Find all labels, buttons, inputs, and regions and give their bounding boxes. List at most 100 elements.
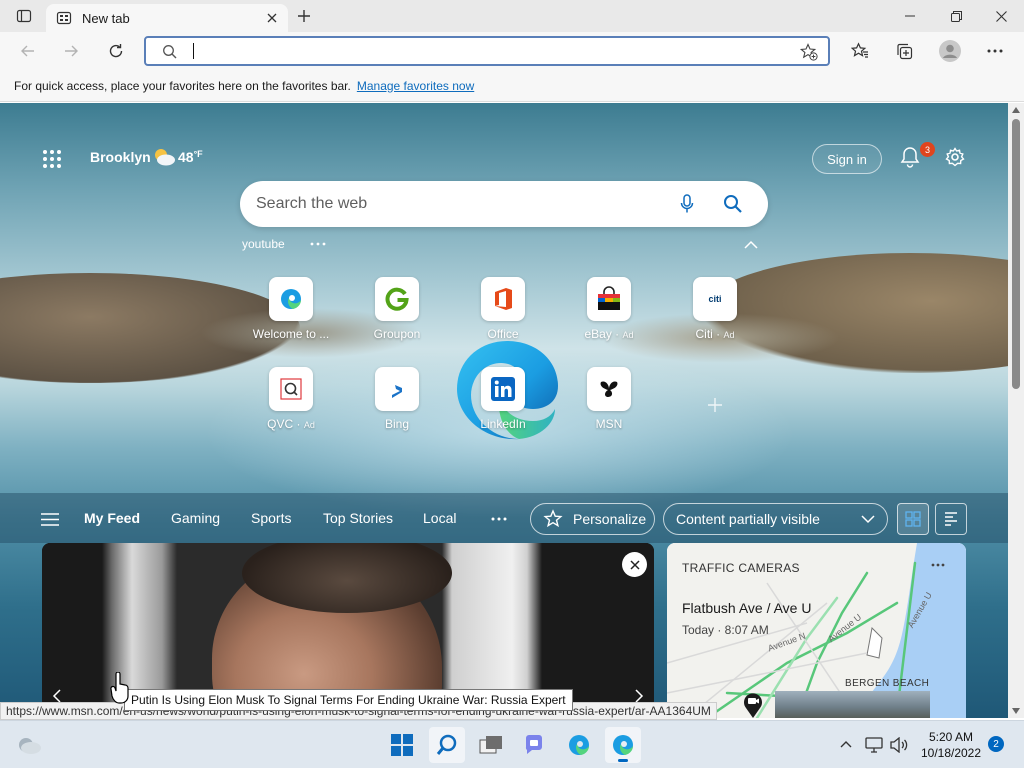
teams-chat-icon [525, 735, 542, 754]
web-search-box[interactable]: Search the web [240, 181, 768, 227]
taskbar-search-button[interactable] [429, 727, 465, 763]
tile-label-text: QVC [267, 417, 294, 431]
groupon-icon [375, 277, 419, 321]
chevron-up-icon[interactable] [840, 740, 852, 748]
camera-thumbnail [775, 691, 930, 718]
tile-citi[interactable]: citi Citi · Ad [670, 277, 760, 353]
tile-groupon[interactable]: Groupon [352, 277, 442, 353]
tile-welcome[interactable]: Welcome to ... [246, 277, 336, 353]
grid-view-icon [905, 511, 921, 527]
more-horizontal-icon[interactable] [491, 517, 507, 521]
temperature-unit: °F [193, 149, 203, 159]
chevron-left-icon[interactable] [52, 689, 62, 703]
ad-marker: Ad [723, 330, 735, 340]
chevron-down-icon [861, 514, 875, 523]
traffic-location: Flatbush Ave / Ave U [682, 600, 812, 616]
network-icon[interactable] [865, 737, 883, 753]
windows-logo-icon [391, 734, 413, 756]
forward-button[interactable] [55, 36, 87, 66]
camera-pin-icon[interactable] [742, 691, 764, 718]
weather-widget-taskbar[interactable] [11, 727, 47, 763]
traffic-cameras-card[interactable]: TRAFFIC CAMERAS Flatbush Ave / Ave U Tod… [667, 543, 966, 718]
tab-title: New tab [82, 10, 130, 26]
chevron-right-icon[interactable] [634, 689, 644, 703]
bell-icon[interactable] [900, 146, 920, 168]
hamburger-menu-icon[interactable] [41, 513, 59, 526]
gear-icon[interactable] [945, 147, 965, 167]
scroll-up-arrow-icon[interactable] [1012, 107, 1020, 113]
qvc-icon [269, 367, 313, 411]
more-horizontal-icon[interactable] [931, 563, 945, 567]
tile-label: Citi · Ad [695, 327, 735, 341]
feed-tab-my-feed[interactable]: My Feed [84, 510, 140, 526]
favorites-bar: For quick access, place your favorites h… [0, 70, 1024, 102]
more-horizontal-icon [987, 49, 1003, 53]
edge-taskbar-button[interactable] [561, 727, 597, 763]
back-button[interactable] [12, 36, 44, 66]
feed-tab-local[interactable]: Local [423, 510, 456, 526]
page-scrollbar[interactable] [1008, 103, 1024, 718]
close-card-button[interactable] [622, 552, 647, 577]
search-icon [436, 734, 457, 755]
task-view-button[interactable] [473, 727, 509, 763]
add-shortcut-icon[interactable] [707, 397, 723, 413]
tile-label: eBay · Ad [584, 327, 634, 341]
tile-label: MSN [595, 417, 623, 431]
recent-search-youtube[interactable]: youtube [242, 237, 285, 251]
settings-and-more-button[interactable] [979, 36, 1011, 66]
apps-launcher-icon[interactable] [42, 149, 62, 169]
traffic-card-heading: TRAFFIC CAMERAS [682, 561, 800, 575]
microphone-icon[interactable] [680, 194, 694, 214]
tile-ebay[interactable]: eBay · Ad [564, 277, 654, 353]
chevron-up-icon[interactable] [744, 240, 758, 249]
bing-icon [375, 367, 419, 411]
teams-chat-button[interactable] [516, 727, 552, 763]
feed-tab-gaming[interactable]: Gaming [171, 510, 220, 526]
tile-msn[interactable]: MSN [564, 367, 654, 443]
scrollbar-thumb[interactable] [1012, 119, 1020, 389]
list-view-button[interactable] [935, 503, 967, 535]
notification-center-badge[interactable]: 2 [988, 736, 1004, 752]
close-tab-icon[interactable] [266, 12, 278, 24]
more-horizontal-icon[interactable] [310, 242, 326, 246]
new-tab-page-icon [56, 11, 72, 25]
tile-bing[interactable]: Bing [352, 367, 442, 443]
tab-actions-button[interactable] [8, 4, 40, 28]
tile-office[interactable]: Office [458, 277, 548, 353]
citi-logo-text: citi [708, 294, 722, 304]
tab-new-tab[interactable]: New tab [46, 4, 288, 32]
favorites-button[interactable] [844, 36, 876, 66]
minimize-button[interactable] [887, 0, 933, 32]
content-visibility-dropdown[interactable]: Content partially visible [663, 503, 888, 535]
profile-button[interactable] [934, 36, 966, 66]
scroll-down-arrow-icon[interactable] [1012, 708, 1020, 714]
system-clock[interactable]: 5:20 AM 10/18/2022 [916, 729, 986, 761]
favorites-icon [851, 42, 868, 58]
address-bar[interactable] [144, 36, 830, 66]
weather-temperature: 48°F [178, 149, 203, 165]
restore-button[interactable] [933, 0, 979, 32]
edge-icon [569, 735, 589, 755]
volume-icon[interactable] [890, 737, 908, 753]
edge-active-window-button[interactable] [605, 727, 641, 763]
new-tab-button[interactable] [292, 5, 316, 27]
collections-button[interactable] [888, 36, 920, 66]
refresh-icon [109, 44, 123, 58]
grid-view-button[interactable] [897, 503, 929, 535]
feed-tab-sports[interactable]: Sports [251, 510, 291, 526]
cloud-icon [19, 738, 41, 754]
ad-marker: Ad [622, 330, 634, 340]
ebay-bag-icon [587, 277, 631, 321]
weather-widget[interactable]: Brooklyn [90, 149, 151, 165]
start-button[interactable] [384, 727, 420, 763]
manage-favorites-link[interactable]: Manage favorites now [357, 79, 474, 93]
add-favorite-icon[interactable] [800, 43, 818, 61]
feed-tab-top-stories[interactable]: Top Stories [323, 510, 393, 526]
tile-qvc[interactable]: QVC · Ad [246, 367, 336, 443]
refresh-button[interactable] [100, 36, 132, 66]
close-window-button[interactable] [978, 0, 1024, 32]
sign-in-button[interactable]: Sign in [812, 144, 882, 174]
tile-linkedin[interactable]: LinkedIn [458, 367, 548, 443]
search-icon[interactable] [723, 194, 743, 214]
personalize-button[interactable]: Personalize [530, 503, 655, 535]
